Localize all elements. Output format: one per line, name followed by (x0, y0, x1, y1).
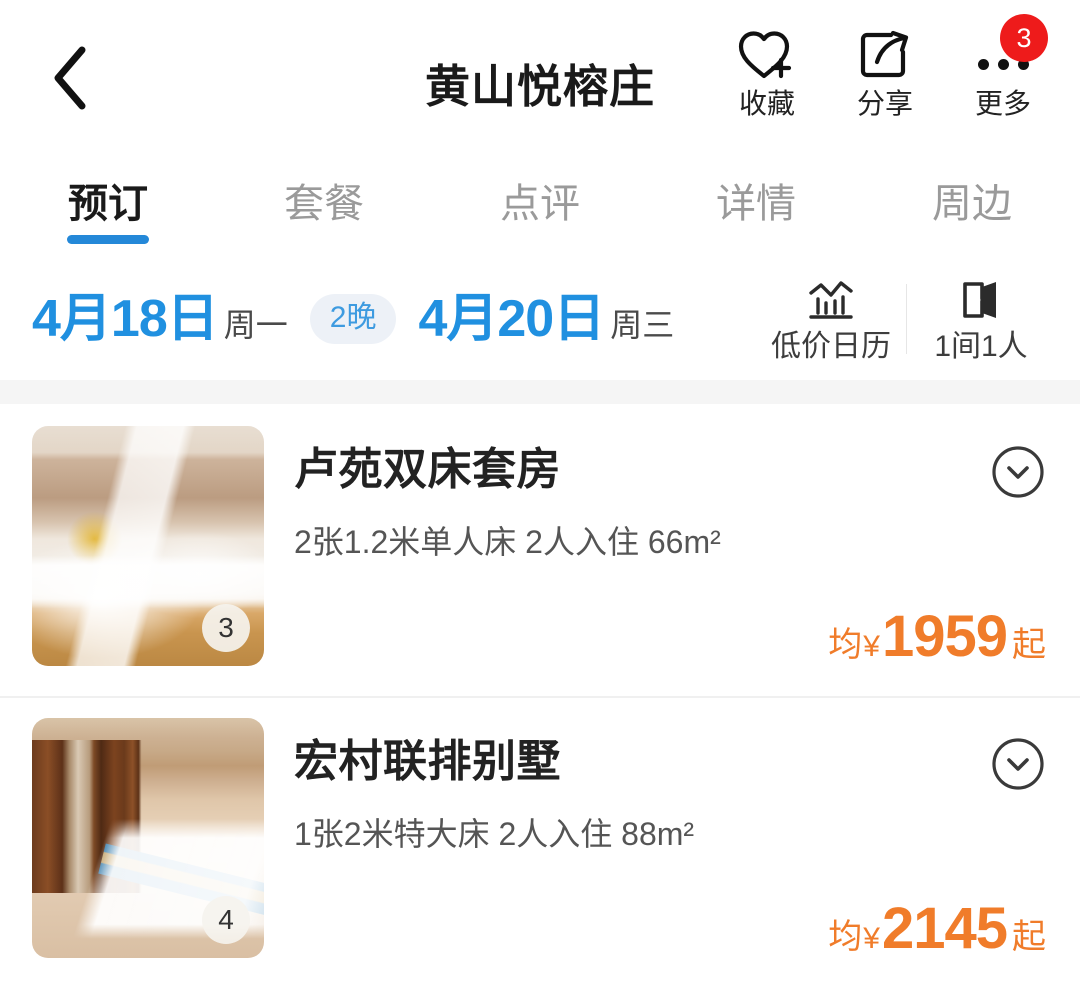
room-thumbnail[interactable]: 3 (32, 426, 264, 666)
low-price-calendar-button[interactable]: 低价日历 (756, 276, 906, 362)
tab-reviews[interactable]: 点评 (432, 150, 648, 258)
price-suffix: 起 (1012, 918, 1046, 956)
tab-active-underline (67, 235, 149, 244)
room-title: 卢苑双床套房 (294, 445, 561, 494)
checkin-date: 4月18日 (32, 290, 219, 348)
room-list-item[interactable]: 4 宏村联排别墅 1张2米特大床 2人入住 88m² 均 ¥ 2145 起 (0, 696, 1080, 981)
share-button[interactable]: 分享 (826, 28, 944, 118)
expand-room-button[interactable] (990, 444, 1046, 500)
tab-booking-label: 预订 (68, 182, 148, 226)
room-thumbnail[interactable]: 4 (32, 718, 264, 958)
date-range-selector[interactable]: 4月18日 周一 2晚 4月20日 周三 (32, 293, 756, 345)
more-badge: 3 (1000, 14, 1048, 62)
price-currency: ¥ (863, 922, 880, 955)
tab-underline (499, 235, 581, 244)
room-guest-button[interactable]: 1间1人 (906, 276, 1056, 362)
tab-bar: 预订 套餐 点评 详情 周边 (0, 150, 1080, 258)
tab-booking[interactable]: 预订 (0, 150, 216, 258)
header-actions: 收藏 分享 3 更多 (708, 14, 1062, 119)
heart-plus-icon (737, 28, 797, 82)
share-icon (857, 28, 913, 82)
room-list-item[interactable]: 3 卢苑双床套房 2张1.2米单人床 2人入住 66m² 均 ¥ 1959 起 (0, 404, 1080, 696)
tab-nearby-label: 周边 (932, 182, 1012, 226)
nights-badge: 2晚 (309, 294, 397, 344)
room-price: 均 ¥ 1959 起 (828, 608, 1046, 666)
room-title: 宏村联排别墅 (294, 737, 561, 786)
date-selection-bar: 4月18日 周一 2晚 4月20日 周三 低价日历 1间1人 (0, 258, 1080, 380)
room-description: 2张1.2米单人床 2人入住 66m² (294, 524, 721, 560)
app-header: 黄山悦榕庄 收藏 分享 3 更多 (0, 0, 1080, 150)
tab-nearby[interactable]: 周边 (864, 150, 1080, 258)
chevron-down-circle-icon (990, 738, 1046, 796)
section-divider (0, 380, 1080, 404)
low-price-calendar-icon (807, 276, 855, 324)
tab-details-label: 详情 (716, 182, 796, 226)
more-button[interactable]: 3 更多 (944, 14, 1062, 119)
checkin-weekday: 周一 (223, 307, 288, 343)
room-guest-label: 1间1人 (934, 330, 1028, 363)
hotel-room-booking-screen: 黄山悦榕庄 收藏 分享 3 更多 预订 套餐 点评 详情 周边 4月18日 周一… (0, 0, 1080, 981)
more-label: 更多 (974, 88, 1031, 119)
checkout-date: 4月20日 (418, 290, 605, 348)
photo-count-badge: 3 (202, 604, 250, 652)
checkout-weekday: 周三 (610, 307, 675, 343)
expand-room-button[interactable] (990, 736, 1046, 792)
low-price-calendar-label: 低价日历 (771, 330, 891, 363)
tab-details[interactable]: 详情 (648, 150, 864, 258)
tab-underline (283, 235, 365, 244)
price-prefix: 均 (828, 918, 863, 956)
tab-packages[interactable]: 套餐 (216, 150, 432, 258)
tab-underline (715, 235, 797, 244)
price-currency: ¥ (863, 630, 880, 663)
favorite-label: 收藏 (738, 88, 795, 119)
price-suffix: 起 (1012, 626, 1046, 664)
tab-reviews-label: 点评 (500, 182, 580, 226)
chevron-down-circle-icon (990, 446, 1046, 504)
tab-packages-label: 套餐 (284, 182, 364, 226)
favorite-button[interactable]: 收藏 (708, 28, 826, 118)
room-price: 均 ¥ 2145 起 (828, 900, 1046, 958)
price-prefix: 均 (828, 626, 863, 664)
room-description: 1张2米特大床 2人入住 88m² (294, 816, 695, 852)
price-value: 1959 (881, 604, 1008, 669)
room-info: 卢苑双床套房 2张1.2米单人床 2人入住 66m² 均 ¥ 1959 起 (264, 426, 1056, 674)
date-bar-options: 低价日历 1间1人 (756, 276, 1056, 362)
room-guest-icon (958, 276, 1004, 324)
room-info: 宏村联排别墅 1张2米特大床 2人入住 88m² 均 ¥ 2145 起 (264, 718, 1056, 966)
tab-underline (931, 235, 1013, 244)
photo-count-badge: 4 (202, 896, 250, 944)
room-list: 3 卢苑双床套房 2张1.2米单人床 2人入住 66m² 均 ¥ 1959 起 … (0, 404, 1080, 981)
share-label: 分享 (856, 88, 913, 119)
price-value: 2145 (881, 896, 1008, 961)
